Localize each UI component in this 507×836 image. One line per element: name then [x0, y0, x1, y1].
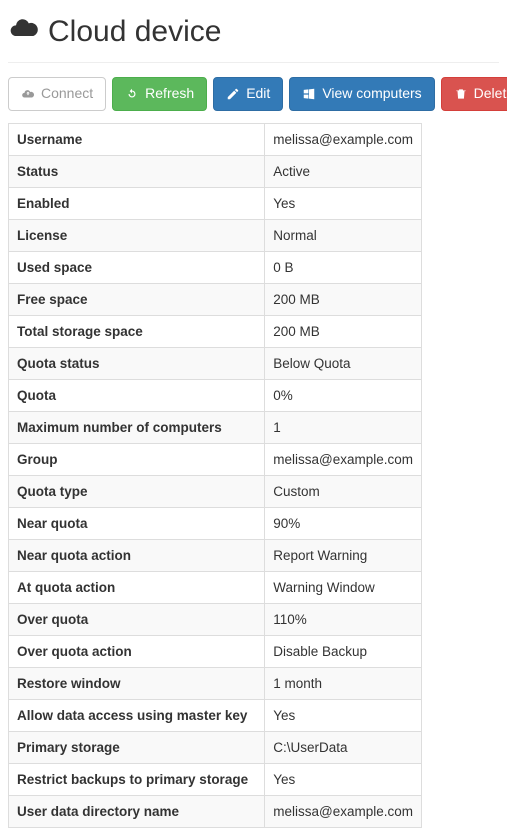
detail-value: 200 MB — [265, 283, 422, 315]
detail-label: Free space — [9, 283, 265, 315]
cloud-upload-icon — [21, 87, 35, 101]
toolbar: Connect Refresh Edit View computers Dele… — [8, 77, 499, 111]
table-row: Primary storageC:\UserData — [9, 731, 422, 763]
detail-label: Restrict backups to primary storage — [9, 763, 265, 795]
table-row: Usernamemelissa@example.com — [9, 123, 422, 155]
table-row: At quota actionWarning Window — [9, 571, 422, 603]
table-row: LicenseNormal — [9, 219, 422, 251]
detail-label: Group — [9, 443, 265, 475]
detail-value: melissa@example.com — [265, 123, 422, 155]
detail-label: Maximum number of computers — [9, 411, 265, 443]
connect-label: Connect — [41, 84, 93, 104]
delete-label: Delete — [474, 84, 507, 104]
detail-label: Username — [9, 123, 265, 155]
detail-label: Allow data access using master key — [9, 699, 265, 731]
detail-label: Quota — [9, 379, 265, 411]
table-row: Near quota90% — [9, 507, 422, 539]
page-title: Cloud device — [8, 12, 499, 52]
detail-value: 90% — [265, 507, 422, 539]
table-row: StatusActive — [9, 155, 422, 187]
table-row: Allow data access using master keyYes — [9, 699, 422, 731]
edit-button[interactable]: Edit — [213, 77, 283, 111]
detail-value: Normal — [265, 219, 422, 251]
detail-label: Over quota action — [9, 635, 265, 667]
detail-value: Warning Window — [265, 571, 422, 603]
delete-button[interactable]: Delete — [441, 77, 507, 111]
detail-value: melissa@example.com — [265, 443, 422, 475]
detail-label: Primary storage — [9, 731, 265, 763]
detail-value: Report Warning — [265, 539, 422, 571]
view-computers-button[interactable]: View computers — [289, 77, 434, 111]
detail-value: Active — [265, 155, 422, 187]
table-row: Restore window1 month — [9, 667, 422, 699]
detail-value: 1 — [265, 411, 422, 443]
table-row: Maximum number of computers1 — [9, 411, 422, 443]
detail-value: Custom — [265, 475, 422, 507]
table-row: Near quota actionReport Warning — [9, 539, 422, 571]
detail-value: 1 month — [265, 667, 422, 699]
table-row: Free space200 MB — [9, 283, 422, 315]
table-row: Over quota110% — [9, 603, 422, 635]
detail-label: License — [9, 219, 265, 251]
table-row: EnabledYes — [9, 187, 422, 219]
detail-value: Disable Backup — [265, 635, 422, 667]
detail-label: Used space — [9, 251, 265, 283]
refresh-label: Refresh — [145, 84, 194, 104]
detail-label: Restore window — [9, 667, 265, 699]
table-row: Quota0% — [9, 379, 422, 411]
detail-label: At quota action — [9, 571, 265, 603]
table-row: Groupmelissa@example.com — [9, 443, 422, 475]
detail-value: 200 MB — [265, 315, 422, 347]
divider — [8, 62, 499, 63]
refresh-button[interactable]: Refresh — [112, 77, 207, 111]
page-title-text: Cloud device — [48, 15, 221, 49]
pencil-icon — [226, 87, 240, 101]
detail-label: Near quota — [9, 507, 265, 539]
detail-value: Yes — [265, 699, 422, 731]
detail-label: Enabled — [9, 187, 265, 219]
table-row: Total storage space200 MB — [9, 315, 422, 347]
detail-value: C:\UserData — [265, 731, 422, 763]
detail-label: Status — [9, 155, 265, 187]
table-row: Quota statusBelow Quota — [9, 347, 422, 379]
detail-label: Near quota action — [9, 539, 265, 571]
table-row: Used space0 B — [9, 251, 422, 283]
detail-value: Yes — [265, 763, 422, 795]
windows-icon — [302, 87, 316, 101]
details-table: Usernamemelissa@example.comStatusActiveE… — [8, 123, 422, 828]
detail-value: Yes — [265, 187, 422, 219]
detail-label: Quota type — [9, 475, 265, 507]
detail-label: Over quota — [9, 603, 265, 635]
edit-label: Edit — [246, 84, 270, 104]
table-row: Restrict backups to primary storageYes — [9, 763, 422, 795]
trash-icon — [454, 87, 468, 101]
detail-label: Quota status — [9, 347, 265, 379]
table-row: Quota typeCustom — [9, 475, 422, 507]
detail-value: Below Quota — [265, 347, 422, 379]
view-computers-label: View computers — [322, 84, 421, 104]
refresh-icon — [125, 87, 139, 101]
detail-value: 0 B — [265, 251, 422, 283]
connect-button: Connect — [8, 77, 106, 111]
detail-value: 0% — [265, 379, 422, 411]
cloud-icon — [8, 12, 40, 52]
detail-label: Total storage space — [9, 315, 265, 347]
table-row: Over quota actionDisable Backup — [9, 635, 422, 667]
detail-value: 110% — [265, 603, 422, 635]
